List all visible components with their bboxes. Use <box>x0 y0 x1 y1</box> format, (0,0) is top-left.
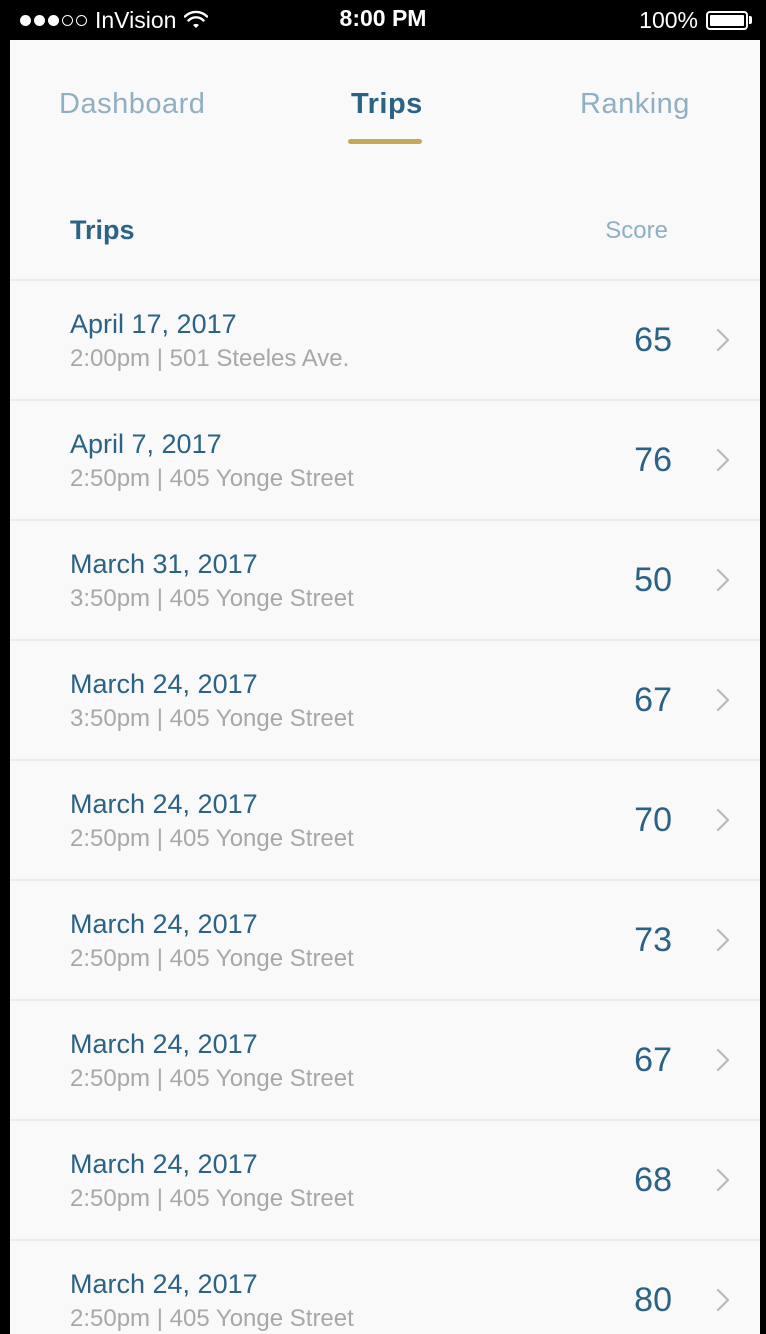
chevron-right-icon <box>716 688 730 712</box>
trip-time-location: 2:50pm | 405 Yonge Street <box>70 945 354 972</box>
trip-time-location: 2:50pm | 405 Yonge Street <box>70 1185 354 1212</box>
trip-time-location: 2:50pm | 405 Yonge Street <box>70 1065 354 1092</box>
chevron-right-icon <box>716 1168 730 1192</box>
chevron-right-icon <box>716 448 730 472</box>
trip-row[interactable]: March 24, 2017 2:50pm | 405 Yonge Street 8… <box>10 1241 760 1334</box>
trip-row[interactable]: April 7, 2017 2:50pm | 405 Yonge Street 76 <box>10 401 760 521</box>
trip-list: April 17, 2017 2:00pm | 501 Steeles Ave. 6… <box>10 279 760 1334</box>
trip-row[interactable]: March 24, 2017 2:50pm | 405 Yonge Street 7… <box>10 881 760 1001</box>
trip-score: 65 <box>634 321 672 359</box>
trip-row[interactable]: March 24, 2017 2:50pm | 405 Yonge Street 6… <box>10 1121 760 1241</box>
trip-score: 76 <box>634 441 672 479</box>
trip-row[interactable]: March 31, 2017 3:50pm | 405 Yonge Street 5… <box>10 521 760 641</box>
trip-score: 68 <box>634 1161 672 1199</box>
trip-row[interactable]: March 24, 2017 3:50pm | 405 Yonge Street 6… <box>10 641 760 761</box>
trip-score: 50 <box>634 561 672 599</box>
battery-percentage: 100% <box>639 6 698 33</box>
trip-time-location: 3:50pm | 405 Yonge Street <box>70 585 354 612</box>
score-column-label: Score <box>605 217 668 244</box>
chevron-right-icon <box>716 1048 730 1072</box>
trip-date: March 24, 2017 <box>70 789 258 819</box>
trip-row[interactable]: March 24, 2017 2:50pm | 405 Yonge Street 6… <box>10 1001 760 1121</box>
battery-icon <box>706 10 748 30</box>
trip-date: March 24, 2017 <box>70 1149 258 1179</box>
chevron-right-icon <box>716 808 730 832</box>
list-header: Trips Score <box>10 200 760 280</box>
chevron-right-icon <box>716 1288 730 1312</box>
chevron-right-icon <box>716 328 730 352</box>
trip-row[interactable]: April 17, 2017 2:00pm | 501 Steeles Ave. 6… <box>10 281 760 401</box>
battery-tip <box>749 16 752 24</box>
trip-score: 70 <box>634 801 672 839</box>
chevron-right-icon <box>716 568 730 592</box>
trip-score: 67 <box>634 681 672 719</box>
tab-trips[interactable]: Trips <box>351 88 423 121</box>
trip-date: March 24, 2017 <box>70 1269 258 1299</box>
status-right: 100% <box>639 6 752 34</box>
trip-score: 80 <box>634 1281 672 1319</box>
tab-bar: Dashboard Trips Ranking <box>10 40 760 160</box>
trip-time-location: 2:00pm | 501 Steeles Ave. <box>70 345 350 372</box>
app-screen: Dashboard Trips Ranking Trips Score Apri… <box>10 40 760 1334</box>
chevron-right-icon <box>716 928 730 952</box>
tab-dashboard[interactable]: Dashboard <box>59 88 205 121</box>
trip-date: March 31, 2017 <box>70 549 258 579</box>
trip-date: March 24, 2017 <box>70 669 258 699</box>
trip-score: 67 <box>634 1041 672 1079</box>
trip-row[interactable]: March 24, 2017 2:50pm | 405 Yonge Street 7… <box>10 761 760 881</box>
trip-date: March 24, 2017 <box>70 1029 258 1059</box>
trip-time-location: 3:50pm | 405 Yonge Street <box>70 705 354 732</box>
trip-time-location: 2:50pm | 405 Yonge Street <box>70 465 354 492</box>
active-tab-indicator <box>348 139 422 144</box>
trip-date: March 24, 2017 <box>70 909 258 939</box>
list-title: Trips <box>70 215 135 245</box>
trip-time-location: 2:50pm | 405 Yonge Street <box>70 825 354 852</box>
battery-fill <box>710 14 744 26</box>
trip-date: April 17, 2017 <box>70 309 237 339</box>
tab-ranking[interactable]: Ranking <box>580 88 690 121</box>
status-bar: InVision 8:00 PM 100% <box>0 0 766 40</box>
trip-score: 73 <box>634 921 672 959</box>
trip-date: April 7, 2017 <box>70 429 222 459</box>
trip-time-location: 2:50pm | 405 Yonge Street <box>70 1305 354 1332</box>
